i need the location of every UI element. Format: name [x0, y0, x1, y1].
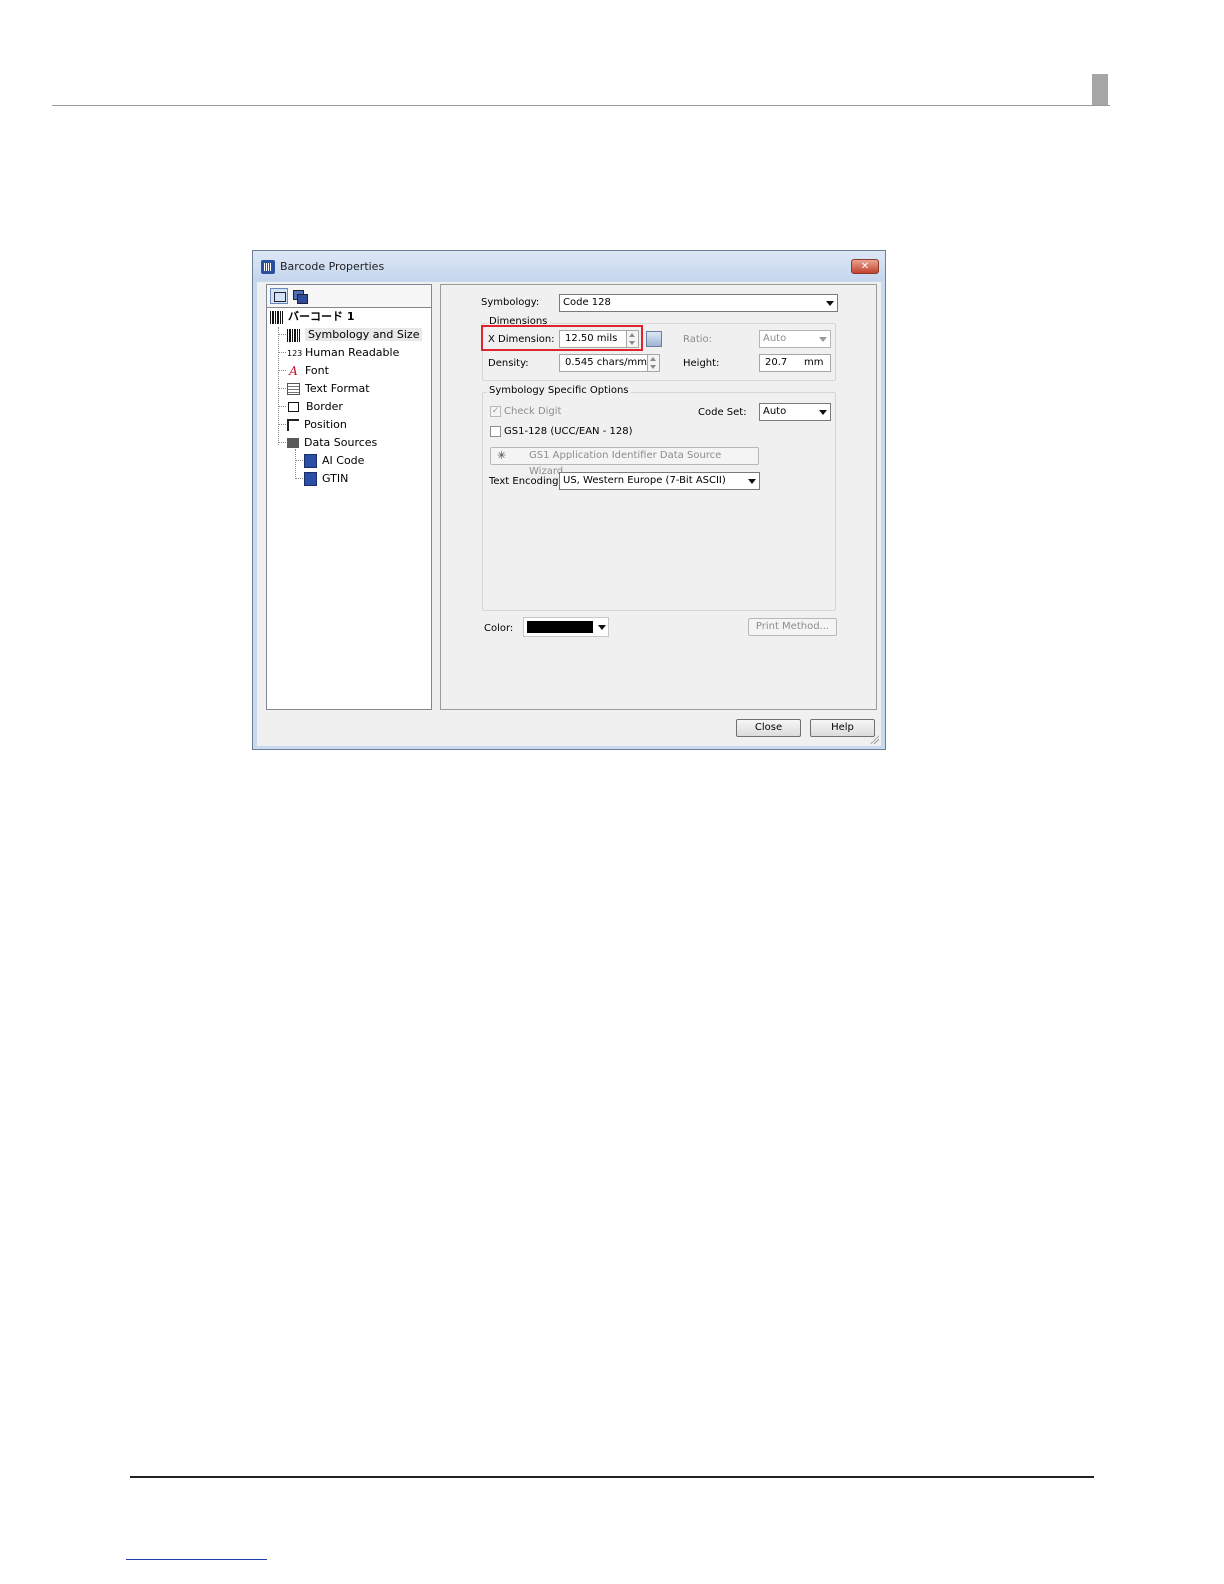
- data-field-icon: [304, 454, 317, 468]
- footer-link-underline[interactable]: [126, 1559, 267, 1560]
- tree-item-human-readable[interactable]: 123 Human Readable: [287, 345, 399, 361]
- tree-item-label: Border: [306, 400, 343, 413]
- density-label: Density:: [488, 358, 529, 369]
- height-label: Height:: [683, 358, 720, 369]
- numbers-icon: 123: [287, 348, 303, 358]
- tree-item-label: Human Readable: [305, 346, 400, 359]
- density-field[interactable]: 0.545 chars/mm: [559, 354, 649, 372]
- tree-item-label: Position: [304, 418, 347, 431]
- color-swatch: [527, 621, 593, 633]
- code-set-select[interactable]: Auto: [759, 403, 831, 421]
- tree-connector: [278, 334, 286, 335]
- gs1-128-checkbox[interactable]: [490, 426, 501, 437]
- tree-item-position[interactable]: Position: [287, 417, 347, 433]
- symbology-select[interactable]: Code 128: [559, 294, 838, 312]
- dialog-title: Barcode Properties: [280, 260, 385, 273]
- density-spinner[interactable]: [647, 354, 660, 372]
- close-window-icon[interactable]: ✕: [851, 259, 879, 274]
- chevron-down-icon: [598, 625, 606, 630]
- tree-item-label: GTIN: [322, 472, 349, 485]
- check-digit-checkbox[interactable]: ✓: [490, 406, 501, 417]
- data-sources-icon: [287, 438, 299, 448]
- text-encoding-select[interactable]: US, Western Europe (7-Bit ASCII): [559, 472, 760, 490]
- border-icon: [288, 402, 299, 412]
- x-dimension-spinner[interactable]: [626, 330, 639, 348]
- check-digit-label: Check Digit: [504, 406, 562, 417]
- symbology-label: Symbology:: [481, 297, 540, 308]
- tree-item-font[interactable]: A Font: [287, 363, 329, 379]
- tree-connector: [278, 327, 279, 445]
- tree-view-icon[interactable]: [270, 288, 288, 304]
- title-bar[interactable]: Barcode Properties ✕: [253, 251, 885, 281]
- print-method-button[interactable]: Print Method...: [748, 618, 837, 636]
- tree-connector: [278, 370, 286, 371]
- code-set-value: Auto: [763, 406, 787, 417]
- chevron-down-icon: [819, 410, 827, 415]
- height-unit: mm: [804, 357, 824, 368]
- symbology-options-group: [482, 392, 836, 611]
- tree-toolbar: [267, 285, 431, 308]
- properties-panel: Symbology: Code 128 Dimensions X Dimensi…: [440, 284, 877, 710]
- help-button[interactable]: Help: [810, 719, 875, 737]
- chevron-down-icon: [819, 337, 827, 342]
- tree-item-label: Text Format: [305, 382, 370, 395]
- close-button[interactable]: Close: [736, 719, 801, 737]
- gs1-wizard-button[interactable]: ✳ GS1 Application Identifier Data Source…: [490, 447, 759, 477]
- data-field-icon: [304, 472, 317, 486]
- tree-connector: [278, 388, 286, 389]
- text-encoding-label: Text Encoding:: [489, 476, 562, 487]
- x-dimension-field[interactable]: 12.50 mils: [559, 330, 631, 348]
- barcode-properties-dialog: Barcode Properties ✕ バーコード 1 Symbology a…: [252, 250, 886, 750]
- tree-connector: [295, 478, 303, 479]
- tree-connector: [278, 352, 286, 353]
- font-icon: A: [289, 363, 298, 378]
- magic-wand-icon: ✳: [497, 449, 507, 462]
- barcode-app-icon: [261, 260, 275, 274]
- ratio-select[interactable]: Auto: [759, 330, 831, 348]
- tree-item-data-sources[interactable]: Data Sources: [287, 435, 377, 451]
- position-icon: [287, 419, 299, 431]
- barcode-icon: [287, 328, 300, 342]
- tree-item-border[interactable]: Border: [287, 399, 343, 415]
- symbology-value: Code 128: [563, 297, 611, 308]
- text-encoding-value: US, Western Europe (7-Bit ASCII): [563, 475, 726, 486]
- color-picker[interactable]: [523, 617, 609, 637]
- tree-item-label: Data Sources: [304, 436, 378, 449]
- height-value: 20.7: [765, 357, 788, 368]
- symbology-options-title: Symbology Specific Options: [487, 385, 631, 396]
- gs1-128-label: GS1-128 (UCC/EAN - 128): [504, 426, 633, 437]
- page-header-rule: [52, 105, 1110, 106]
- tree-connector: [295, 449, 296, 479]
- tree-connector: [278, 424, 286, 425]
- barcode-icon: [270, 310, 283, 324]
- chevron-down-icon: [748, 479, 756, 484]
- tree-item-text-format[interactable]: Text Format: [287, 381, 370, 397]
- tree-item-ai-code[interactable]: AI Code: [304, 453, 364, 469]
- code-set-label: Code Set:: [698, 407, 747, 418]
- tree-item-symbology-and-size[interactable]: Symbology and Size: [287, 327, 423, 343]
- chevron-down-icon: [826, 301, 834, 306]
- resize-grip[interactable]: [869, 734, 879, 744]
- tree-connector: [295, 460, 303, 461]
- tree-item-gtin[interactable]: GTIN: [304, 471, 348, 487]
- page-footer-rule: [130, 1476, 1094, 1478]
- color-label: Color:: [484, 623, 514, 634]
- tree-root-label: バーコード 1: [288, 310, 355, 323]
- x-dimension-label: X Dimension:: [488, 334, 555, 345]
- dialog-body: バーコード 1 Symbology and Size 123 Human Read…: [257, 282, 881, 746]
- text-format-icon: [287, 383, 300, 395]
- layers-view-icon[interactable]: [291, 288, 309, 304]
- tree-item-label: Font: [305, 364, 329, 377]
- height-field[interactable]: 20.7 mm: [759, 354, 831, 372]
- tree-connector: [278, 406, 286, 407]
- property-tree: バーコード 1 Symbology and Size 123 Human Read…: [266, 284, 432, 710]
- calculator-icon[interactable]: [646, 331, 662, 347]
- tree-item-label: Symbology and Size: [305, 328, 423, 341]
- tree-root-barcode[interactable]: バーコード 1: [270, 309, 354, 325]
- ratio-label: Ratio:: [683, 334, 713, 345]
- tree-item-label: AI Code: [322, 454, 365, 467]
- page-thumb-tab: [1092, 74, 1108, 105]
- tree-connector: [278, 442, 286, 443]
- ratio-value: Auto: [763, 333, 787, 344]
